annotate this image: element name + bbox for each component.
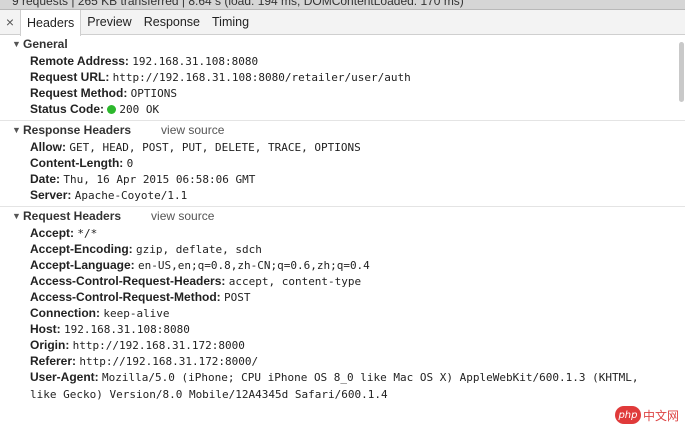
general-title: General (23, 36, 68, 51)
header-key: Accept-Language: (30, 258, 139, 272)
network-summary-text: 9 requests | 265 KB transferred | 8.64 s… (12, 0, 464, 8)
header-row-connection: Connection: keep-alive (0, 305, 685, 321)
header-key: Accept: (30, 226, 78, 240)
triangle-down-icon: ▼ (12, 210, 21, 221)
header-value: 192.168.31.108:8080 (64, 323, 190, 336)
header-row-referer: Referer: http://192.168.31.172:8000/ (0, 353, 685, 369)
header-value: http://192.168.31.108:8080/retailer/user… (112, 71, 411, 84)
response-headers-section: ▼ Response Headers view source Allow: GE… (0, 120, 685, 206)
header-value: keep-alive (103, 307, 170, 320)
header-key: Connection: (30, 306, 104, 320)
header-value: POST (224, 291, 251, 304)
header-row-allow: Allow: GET, HEAD, POST, PUT, DELETE, TRA… (0, 139, 685, 155)
header-key: Server: (30, 188, 75, 202)
header-value: */* (77, 227, 98, 240)
header-key: Accept-Encoding: (30, 242, 137, 256)
watermark-text: 中文网 (642, 408, 679, 423)
header-value: GET, HEAD, POST, PUT, DELETE, TRACE, OPT… (69, 141, 361, 154)
general-section-header[interactable]: ▼ General (0, 35, 685, 52)
vertical-scrollbar[interactable] (678, 36, 685, 426)
header-row-date: Date: Thu, 16 Apr 2015 06:58:06 GMT (0, 171, 685, 187)
header-key: Request URL: (30, 70, 113, 84)
network-summary-bar: 9 requests | 265 KB transferred | 8.64 s… (0, 0, 685, 10)
header-value: 0 (126, 157, 134, 170)
tab-timing[interactable]: Timing (206, 10, 255, 34)
header-value: Apache-Coyote/1.1 (74, 189, 188, 202)
header-value: Thu, 16 Apr 2015 06:58:06 GMT (63, 173, 256, 186)
header-row-content-length: Content-Length: 0 (0, 155, 685, 171)
header-row-request-method: Request Method: OPTIONS (0, 85, 685, 101)
tab-preview[interactable]: Preview (81, 10, 137, 34)
header-value: accept, content-type (228, 275, 362, 288)
header-value: gzip, deflate, sdch (136, 243, 262, 256)
header-value: OPTIONS (130, 87, 178, 100)
header-row-accept-language: Accept-Language: en-US,en;q=0.8,zh-CN;q=… (0, 257, 685, 273)
header-row-user-agent: User-Agent: Mozilla/5.0 (iPhone; CPU iPh… (0, 369, 685, 403)
site-watermark: php 中文网 (614, 404, 679, 426)
detail-tab-bar: × Headers Preview Response Timing (0, 10, 685, 36)
header-key: Host: (30, 322, 64, 336)
header-key: Referer: (30, 354, 80, 368)
header-key: Access-Control-Request-Method: (30, 290, 225, 304)
header-row-request-url: Request URL: http://192.168.31.108:8080/… (0, 69, 685, 85)
header-key: Allow: (30, 140, 70, 154)
close-icon[interactable]: × (0, 10, 20, 34)
header-row-acr-headers: Access-Control-Request-Headers: accept, … (0, 273, 685, 289)
view-source-link[interactable]: view source (161, 123, 224, 137)
header-value: en-US,en;q=0.8,zh-CN;q=0.6,zh;q=0.4 (138, 259, 370, 272)
header-key: Date: (30, 172, 64, 186)
status-ok-icon (107, 105, 117, 114)
header-key: Status Code: (30, 102, 108, 116)
header-key: Access-Control-Request-Headers: (30, 274, 229, 288)
view-source-link[interactable]: view source (151, 209, 214, 223)
header-key: Request Method: (30, 86, 131, 100)
scrollbar-thumb[interactable] (679, 42, 684, 102)
header-value: 200 OK (119, 103, 160, 116)
header-key: User-Agent: (30, 370, 103, 384)
php-logo-icon: php (614, 406, 641, 424)
header-row-host: Host: 192.168.31.108:8080 (0, 321, 685, 337)
header-value: Mozilla/5.0 (iPhone; CPU iPhone OS 8_0 l… (30, 371, 639, 401)
headers-panel: ▼ General Remote Address: 192.168.31.108… (0, 35, 685, 406)
header-row-status-code: Status Code: 200 OK (0, 101, 685, 117)
header-key: Remote Address: (30, 54, 133, 68)
header-row-accept-encoding: Accept-Encoding: gzip, deflate, sdch (0, 241, 685, 257)
request-headers-section-header[interactable]: ▼ Request Headers view source (0, 207, 685, 224)
request-headers-section: ▼ Request Headers view source Accept: */… (0, 206, 685, 406)
header-row-acr-method: Access-Control-Request-Method: POST (0, 289, 685, 305)
tab-headers[interactable]: Headers (20, 10, 82, 36)
header-row-remote-address: Remote Address: 192.168.31.108:8080 (0, 53, 685, 69)
header-row-origin: Origin: http://192.168.31.172:8000 (0, 337, 685, 353)
general-section: ▼ General Remote Address: 192.168.31.108… (0, 35, 685, 120)
header-value: http://192.168.31.172:8000 (72, 339, 245, 352)
header-value: http://192.168.31.172:8000/ (79, 355, 259, 368)
triangle-down-icon: ▼ (12, 38, 21, 49)
tab-response[interactable]: Response (138, 10, 206, 34)
response-headers-section-header[interactable]: ▼ Response Headers view source (0, 121, 685, 138)
header-row-server: Server: Apache-Coyote/1.1 (0, 187, 685, 203)
header-key: Content-Length: (30, 156, 127, 170)
header-value: 192.168.31.108:8080 (132, 55, 259, 68)
request-headers-title: Request Headers (23, 208, 122, 223)
header-row-accept: Accept: */* (0, 225, 685, 241)
triangle-down-icon: ▼ (12, 124, 21, 135)
header-key: Origin: (30, 338, 73, 352)
response-headers-title: Response Headers (23, 122, 132, 137)
